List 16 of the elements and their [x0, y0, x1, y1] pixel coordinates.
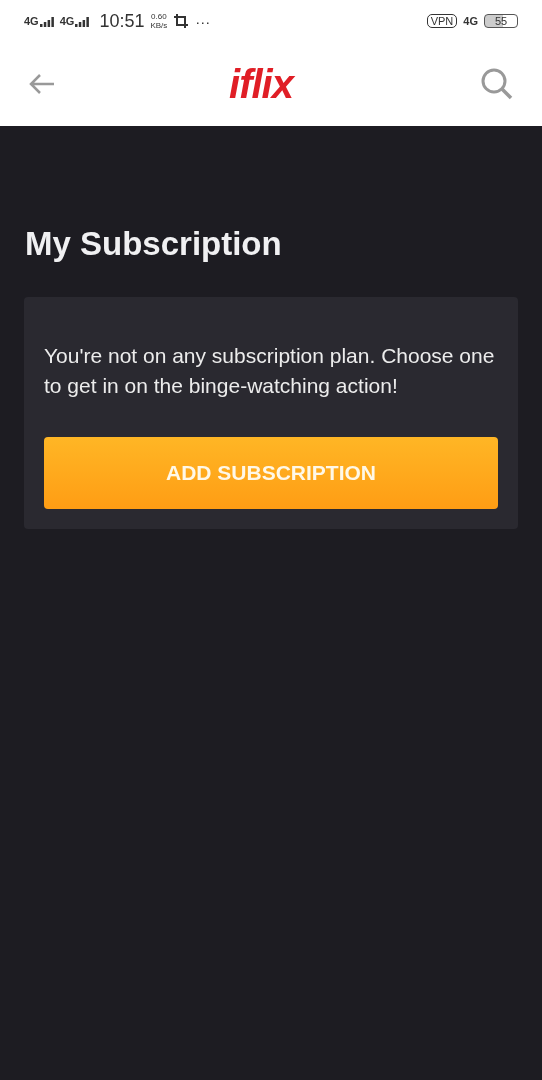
more-notifications: ···	[195, 12, 211, 30]
network-speed: 0.60 KB/s	[150, 12, 168, 30]
add-subscription-button[interactable]: ADD SUBSCRIPTION	[44, 437, 498, 509]
signal-icon	[39, 17, 54, 27]
network-label: 4G	[463, 15, 478, 27]
search-icon[interactable]	[480, 67, 514, 101]
back-arrow-icon[interactable]	[28, 72, 56, 96]
vpn-badge: VPN	[426, 14, 458, 28]
subscription-message: You're not on any subscription plan. Choose one to get in on the binge-watching action!	[44, 343, 496, 399]
battery-indicator: 55	[484, 14, 518, 28]
signal-icon	[75, 17, 90, 27]
network-label: 4G	[24, 15, 39, 27]
network-label: 4G	[59, 15, 75, 27]
logo: iflix	[229, 61, 293, 107]
page-title: My Subscription	[25, 225, 283, 263]
clock: 10:51	[99, 10, 145, 32]
